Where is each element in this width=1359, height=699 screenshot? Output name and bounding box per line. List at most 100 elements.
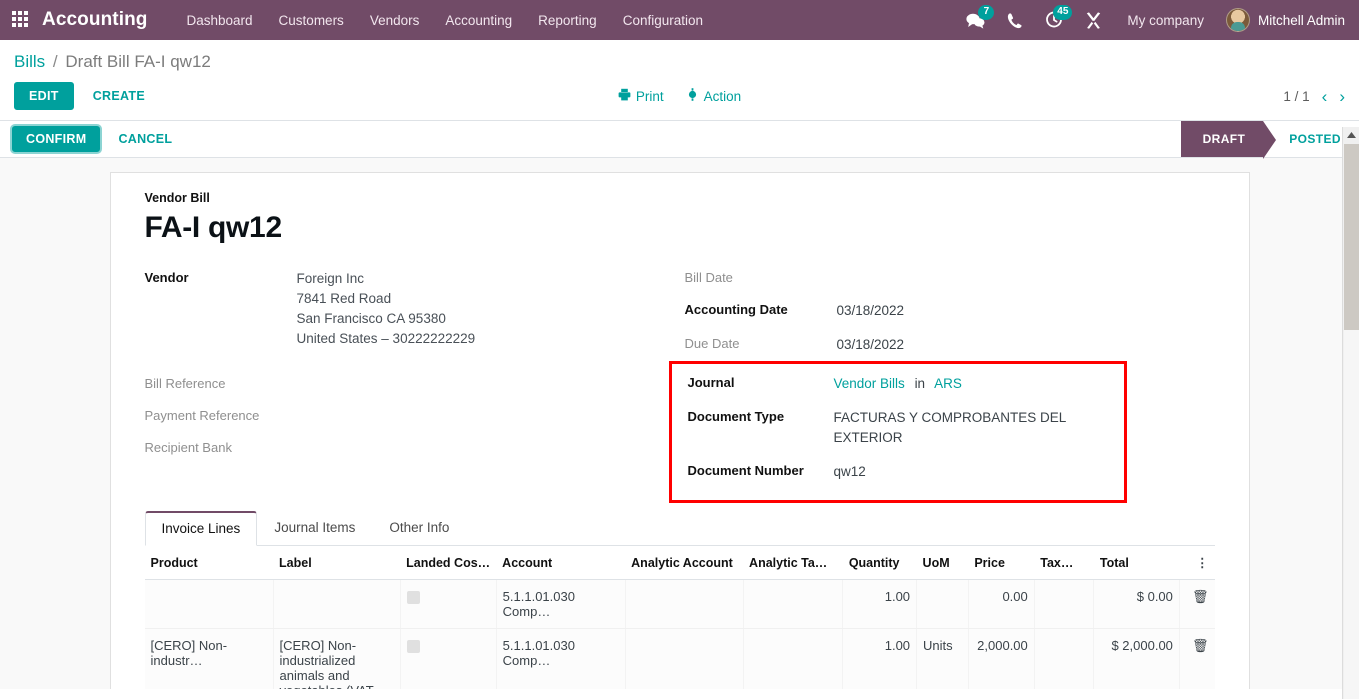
column-header-quantity[interactable]: Quantity [842,546,917,580]
messages-icon[interactable]: 7 [955,0,996,40]
menu-item-customers[interactable]: Customers [266,7,357,34]
app-brand-title[interactable]: Accounting [42,9,148,31]
cell-tax[interactable] [1034,579,1095,629]
breadcrumb-root-link[interactable]: Bills [14,52,45,71]
tab-other-info[interactable]: Other Info [372,511,466,546]
main-menu: Dashboard Customers Vendors Accounting R… [174,7,717,34]
accounting-date-value[interactable]: 03/18/2022 [837,301,905,321]
cell-quantity[interactable]: 1.00 [842,579,918,629]
vertical-scrollbar[interactable] [1342,127,1359,699]
scrollbar-thumb[interactable] [1344,144,1359,330]
company-selector[interactable]: My company [1113,13,1218,28]
vendor-label: Vendor [144,270,189,285]
column-header-label[interactable]: Label [273,546,401,580]
menu-item-reporting[interactable]: Reporting [525,7,610,34]
document-type-value[interactable]: FACTURAS Y COMPROBANTES DEL EXTERIOR [834,408,1110,448]
vendor-address-line-2: San Francisco CA 95380 [296,311,446,326]
invoice-lines-table: Product Label Landed Cos… Account Analyt… [144,546,1215,689]
cell-label[interactable] [273,579,401,629]
cancel-button[interactable]: CANCEL [106,127,184,151]
gear-icon [686,88,699,104]
breadcrumb-separator: / [52,52,58,71]
cell-uom[interactable] [916,579,969,629]
pager-next-button[interactable]: › [1339,88,1345,105]
menu-item-accounting[interactable]: Accounting [432,7,525,34]
due-date-value[interactable]: 03/18/2022 [837,335,905,355]
cell-landed-cost[interactable] [400,628,497,689]
cell-analytic-account[interactable] [625,579,744,629]
cell-analytic-tags[interactable] [743,579,844,629]
vendor-value: Foreign Inc 7841 Red Road San Francisco … [297,269,476,349]
create-button[interactable]: CREATE [80,82,158,110]
journal-currency-link[interactable]: ARS [934,376,962,391]
status-stage-draft[interactable]: DRAFT [1180,121,1276,159]
accounting-date-label: Accounting Date [684,302,788,317]
table-row[interactable]: [CERO] Non-industr… [CERO] Non-industria… [144,628,1215,689]
tab-invoice-lines[interactable]: Invoice Lines [144,511,258,546]
cell-tax[interactable] [1034,628,1095,689]
scroll-up-arrow-icon[interactable] [1343,127,1359,144]
delete-row-button[interactable]: 🗑 [1179,579,1215,629]
column-header-analytic-account[interactable]: Analytic Account [625,546,744,580]
tools-wrench-icon[interactable] [1074,0,1113,40]
column-header-product[interactable]: Product [144,546,274,580]
journal-label: Journal [687,375,735,390]
avatar [1225,8,1250,32]
page-title: FA-I qw12 [144,211,283,244]
cell-price[interactable]: 0.00 [968,579,1035,629]
scrollbar-track[interactable] [1344,330,1359,699]
menu-item-configuration[interactable]: Configuration [610,7,716,34]
cell-account[interactable]: 5.1.1.01.030 Comp… [496,628,626,689]
document-number-value[interactable]: qw12 [834,462,866,482]
table-row[interactable]: 5.1.1.01.030 Comp… 1.00 0.00 $ 0.00 🗑 [144,579,1215,629]
vendor-address-line-3: United States – 30222222229 [296,331,476,346]
form-columns: Vendor Foreign Inc 7841 Red Road San Fra… [145,269,1215,503]
due-date-label: Due Date [684,336,740,351]
cell-product[interactable]: [CERO] Non-industr… [144,628,274,689]
edit-button[interactable]: EDIT [14,82,74,110]
form-left-column: Vendor Foreign Inc 7841 Red Road San Fra… [145,269,685,503]
document-type-label: Document Type [687,409,785,424]
journal-value: Vendor Bills in ARS [834,374,962,394]
print-button[interactable]: Print [618,88,664,104]
cell-uom[interactable]: Units [916,628,969,689]
column-header-analytic-tags[interactable]: Analytic Ta… [743,546,843,580]
cell-account[interactable]: 5.1.1.01.030 Comp… [496,579,626,629]
menu-item-vendors[interactable]: Vendors [357,7,433,34]
user-menu[interactable]: Mitchell Admin [1218,8,1345,32]
trash-icon[interactable]: 🗑 [1186,589,1209,604]
cell-label[interactable]: [CERO] Non-industrialized animals and ve… [273,628,401,689]
column-header-account[interactable]: Account [496,546,626,580]
top-navbar: Accounting Dashboard Customers Vendors A… [0,0,1359,40]
cell-analytic-account[interactable] [625,628,744,689]
column-options-icon[interactable]: ⋮ [1179,546,1215,580]
apps-grid-icon[interactable] [12,11,30,29]
confirm-button[interactable]: CONFIRM [12,126,101,152]
menu-item-dashboard[interactable]: Dashboard [174,7,266,34]
column-header-tax[interactable]: Tax… [1034,546,1094,580]
landed-cost-checkbox[interactable] [406,591,420,605]
activities-clock-icon[interactable]: 45 [1034,0,1074,40]
trash-icon[interactable]: 🗑 [1186,638,1209,653]
vendor-name-link[interactable]: Foreign Inc [297,269,476,289]
delete-row-button[interactable]: 🗑 [1179,628,1215,689]
column-header-landed-cost[interactable]: Landed Cos… [400,546,497,580]
journal-link[interactable]: Vendor Bills [834,376,905,391]
column-header-price[interactable]: Price [968,546,1035,580]
cell-landed-cost[interactable] [400,579,497,629]
tab-journal-items[interactable]: Journal Items [257,511,372,546]
phone-icon[interactable] [996,0,1034,40]
cell-product[interactable] [144,579,274,629]
cell-quantity[interactable]: 1.00 [842,628,918,689]
action-button[interactable]: Action [686,88,741,104]
cell-price[interactable]: 2,000.00 [968,628,1035,689]
table-body: 5.1.1.01.030 Comp… 1.00 0.00 $ 0.00 🗑 [C… [144,579,1215,689]
record-pager: 1 / 1 ‹ › [1283,88,1345,105]
landed-cost-checkbox[interactable] [406,640,420,654]
column-header-uom[interactable]: UoM [916,546,969,580]
print-label: Print [635,88,664,104]
column-header-total[interactable]: Total [1093,546,1180,580]
navbar-right-tools: 7 45 My company Mitchell Admin [955,0,1345,40]
cell-analytic-tags[interactable] [743,628,844,689]
pager-previous-button[interactable]: ‹ [1322,88,1328,105]
